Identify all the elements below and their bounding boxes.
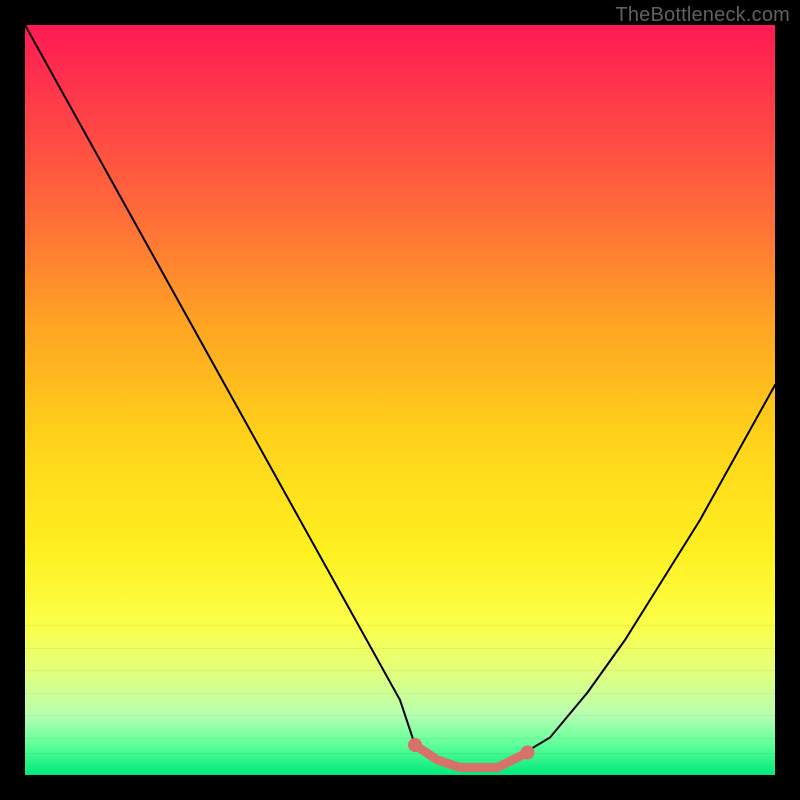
highlight-segment [415, 745, 528, 768]
bottleneck-curve [25, 25, 775, 768]
watermark-text: TheBottleneck.com [615, 4, 790, 27]
curve-svg [25, 25, 775, 775]
plot-area [25, 25, 775, 775]
chart-frame: TheBottleneck.com [0, 0, 800, 800]
